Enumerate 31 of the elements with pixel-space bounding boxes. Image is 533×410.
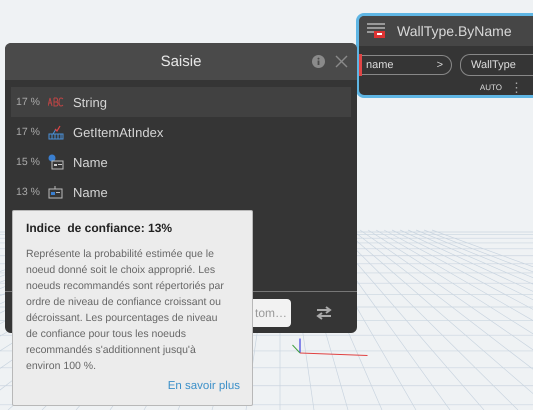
info-icon[interactable] xyxy=(312,55,325,68)
port-arrow: > xyxy=(436,59,443,71)
tooltip-title: Indice de confiance: 13% xyxy=(26,221,174,235)
swap-icon[interactable] xyxy=(316,306,332,320)
input-port[interactable]: name > xyxy=(362,55,452,75)
close-icon[interactable] xyxy=(335,55,348,68)
result-label: GetItemAtIndex xyxy=(73,124,164,140)
create-icon xyxy=(48,154,64,170)
list-icon xyxy=(48,124,64,140)
result-item[interactable]: 17 % String xyxy=(11,87,351,117)
node-card[interactable]: WallType.ByName name > WallType AUTO ⋮ xyxy=(356,13,533,98)
port-name: name xyxy=(366,59,394,71)
result-item[interactable]: 17 % GetItemAtIndex xyxy=(11,117,351,147)
confidence-percent: 17 % xyxy=(16,126,41,138)
query-icon xyxy=(48,185,64,199)
confidence-percent: 15 % xyxy=(16,156,41,168)
lacing-label: AUTO xyxy=(480,83,502,92)
confidence-percent: 13 % xyxy=(16,186,41,198)
result-label: Name xyxy=(73,154,108,170)
result-item[interactable]: 13 % Name xyxy=(11,177,351,207)
result-item[interactable]: 15 % Name xyxy=(11,147,351,177)
result-label: String xyxy=(73,94,107,110)
tooltip-text: Représente la probabilité estimée que le noeud donné soit le choix approprié. Les noeuds recommandés sont répertoriés par ordre de niveau de confiance croissant ou décroissant. Les pourcentages de niveau de confiance pour tous les noeuds recommandés s'additionnent jusqu'à environ 100 %. xyxy=(26,247,225,374)
result-label: Name xyxy=(73,184,108,200)
dialog-title: Saisie xyxy=(160,53,202,70)
string-icon xyxy=(48,97,64,107)
node-title: WallType.ByName xyxy=(397,23,512,39)
output-port[interactable]: WallType xyxy=(460,54,533,76)
confidence-percent: 17 % xyxy=(16,96,41,108)
wall-icon xyxy=(367,23,387,39)
menu-button[interactable]: ⋮ xyxy=(510,80,523,95)
